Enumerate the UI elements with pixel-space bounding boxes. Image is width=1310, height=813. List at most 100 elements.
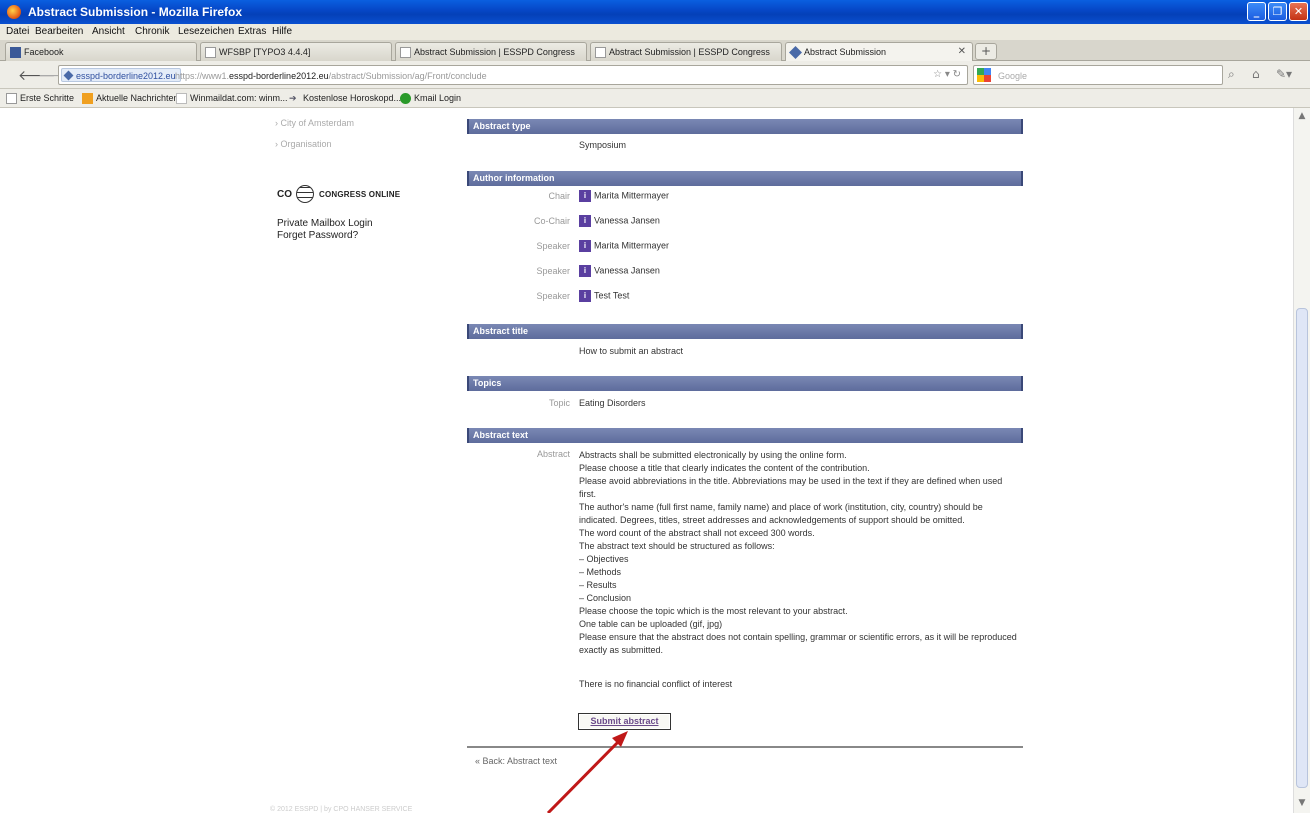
author-role: Co-Chair (533, 216, 570, 226)
submit-abstract-button[interactable]: Submit abstract (578, 713, 671, 730)
site-badge-label: esspd-borderline2012.eu (76, 71, 176, 81)
tab-wfsbp[interactable]: WFSBP [TYPO3 4.4.4] (200, 42, 392, 61)
search-box[interactable]: Google (973, 65, 1223, 85)
person-info-icon[interactable]: i (579, 240, 591, 252)
bookmark-aktuelle-nachrichten[interactable]: Aktuelle Nachrichten (82, 93, 179, 104)
abstract-type-value: Symposium (579, 140, 627, 150)
section-header-author-information: Author information (467, 171, 1023, 186)
topic-value: Eating Disorders (579, 398, 646, 408)
person-info-icon[interactable]: i (579, 190, 591, 202)
sidebar-item-organisation[interactable]: › Organisation (275, 139, 332, 149)
author-name: Vanessa Jansen (594, 265, 660, 276)
tab-abstract-submission[interactable]: Abstract Submission ✕ (785, 42, 973, 62)
menu-extras[interactable]: Extras (238, 26, 266, 37)
home-icon[interactable]: ⌂ (1252, 67, 1260, 81)
menu-chronik[interactable]: Chronik (135, 26, 169, 37)
logo-co: CO (277, 189, 292, 200)
author-role: Speaker (536, 241, 570, 251)
bookmark-horoskop[interactable]: ➔ Kostenlose Horoskopd... (289, 93, 401, 103)
addon-icon[interactable]: ✎▾ (1276, 67, 1292, 81)
person-info-icon[interactable]: i (579, 290, 591, 302)
window-title: Abstract Submission - Mozilla Firefox (28, 5, 243, 19)
close-button[interactable]: ✕ (1289, 2, 1308, 21)
author-name: Vanessa Jansen (594, 215, 660, 226)
sidebar-item-city[interactable]: › City of Amsterdam (275, 118, 354, 128)
page-icon (176, 93, 187, 104)
author-row: i Vanessa Jansen (579, 265, 660, 277)
author-role: Speaker (536, 291, 570, 301)
person-info-icon[interactable]: i (579, 215, 591, 227)
author-row: i Marita Mittermayer (579, 190, 669, 202)
scrollbar-thumb[interactable] (1296, 308, 1308, 788)
abstract-line: The word count of the abstract shall not… (579, 528, 815, 538)
tab-esspd-2[interactable]: Abstract Submission | ESSPD Congress (590, 42, 782, 61)
bookmark-label: Winmaildat.com: winm... (190, 93, 288, 103)
tab-label: Abstract Submission (804, 47, 887, 57)
site-identity-badge[interactable]: esspd-borderline2012.eu (61, 68, 181, 82)
author-role: Speaker (536, 266, 570, 276)
menu-hilfe[interactable]: Hilfe (272, 26, 292, 37)
reload-icon[interactable]: ☆ ▾ ↻ (933, 69, 961, 80)
facebook-icon (10, 47, 21, 58)
scroll-down-icon[interactable]: ▼ (1297, 798, 1307, 808)
back-link[interactable]: « Back: Abstract text (475, 756, 557, 766)
sidebar-item-label: City of Amsterdam (280, 118, 355, 128)
window-titlebar: Abstract Submission - Mozilla Firefox _ … (0, 0, 1310, 24)
abstract-line: Please ensure that the abstract does not… (579, 632, 1017, 655)
bookmark-erste-schritte[interactable]: Erste Schritte (6, 93, 75, 104)
arrow-icon: ➔ (289, 93, 297, 103)
bookmarks-bar: Erste Schritte Aktuelle Nachrichten Winm… (0, 89, 1310, 108)
section-header-abstract-text: Abstract text (467, 428, 1023, 443)
search-icon[interactable]: ⌕ (1228, 67, 1235, 82)
url-domain: esspd-borderline2012.eu (229, 71, 329, 81)
tab-label: Abstract Submission | ESSPD Congress (609, 47, 770, 57)
abstract-line: – Results (579, 580, 617, 590)
private-mailbox-login-link[interactable]: Private Mailbox Login (277, 218, 373, 229)
google-icon (977, 68, 991, 82)
kmail-icon (400, 93, 411, 104)
conflict-statement: There is no financial conflict of intere… (579, 679, 733, 689)
page-icon (6, 93, 17, 104)
section-header-abstract-type: Abstract type (467, 119, 1023, 134)
author-row: i Vanessa Jansen (579, 215, 660, 227)
abstract-line: – Objectives (579, 554, 629, 564)
forget-password-link[interactable]: Forget Password? (277, 230, 358, 241)
vertical-scrollbar[interactable]: ▲ ▼ (1293, 108, 1310, 813)
url-text: https://www1.esspd-borderline2012.eu/abs… (175, 71, 487, 81)
author-row: i Marita Mittermayer (579, 240, 669, 252)
page-icon (400, 47, 411, 58)
page-icon (595, 47, 606, 58)
rss-icon (82, 93, 93, 104)
close-tab-icon[interactable]: ✕ (958, 46, 966, 57)
scroll-up-icon[interactable]: ▲ (1297, 111, 1307, 121)
bookmark-label: Kmail Login (414, 93, 462, 103)
maximize-button[interactable]: ❐ (1268, 2, 1287, 21)
bookmark-kmail[interactable]: Kmail Login (400, 93, 462, 104)
url-prefix: https://www1. (175, 71, 230, 81)
abstract-line: The author's name (full first name, fami… (579, 502, 983, 525)
footer-text: © 2012 ESSPD | by CPO HANSER SERVICE (270, 806, 413, 813)
tab-label: Facebook (24, 47, 64, 57)
menu-lesezeichen[interactable]: Lesezeichen (178, 26, 234, 37)
new-tab-button[interactable]: + (975, 43, 997, 60)
abstract-line: Please avoid abbreviations in the title.… (579, 476, 1003, 499)
tab-label: Abstract Submission | ESSPD Congress (414, 47, 575, 57)
menu-ansicht[interactable]: Ansicht (92, 26, 125, 37)
abstract-line: One table can be uploaded (gif, jpg) (579, 619, 723, 629)
address-bar[interactable]: esspd-borderline2012.eu https://www1.ess… (58, 65, 968, 85)
tab-facebook[interactable]: Facebook (5, 42, 197, 61)
author-row: i Test Test (579, 290, 629, 302)
bookmark-label: Erste Schritte (20, 93, 75, 103)
abstract-line: The abstract text should be structured a… (579, 541, 775, 551)
menu-datei[interactable]: Datei (6, 26, 29, 37)
tab-esspd-1[interactable]: Abstract Submission | ESSPD Congress (395, 42, 587, 61)
bookmark-winmaildat[interactable]: Winmaildat.com: winm... (176, 93, 288, 104)
abstract-line: Please choose a title that clearly indic… (579, 463, 870, 473)
bookmark-label: Aktuelle Nachrichten (96, 93, 179, 103)
minimize-button[interactable]: _ (1247, 2, 1266, 21)
search-placeholder: Google (998, 71, 1028, 81)
author-role: Chair (548, 191, 570, 201)
person-info-icon[interactable]: i (579, 265, 591, 277)
menu-bearbeiten[interactable]: Bearbeiten (35, 26, 83, 37)
